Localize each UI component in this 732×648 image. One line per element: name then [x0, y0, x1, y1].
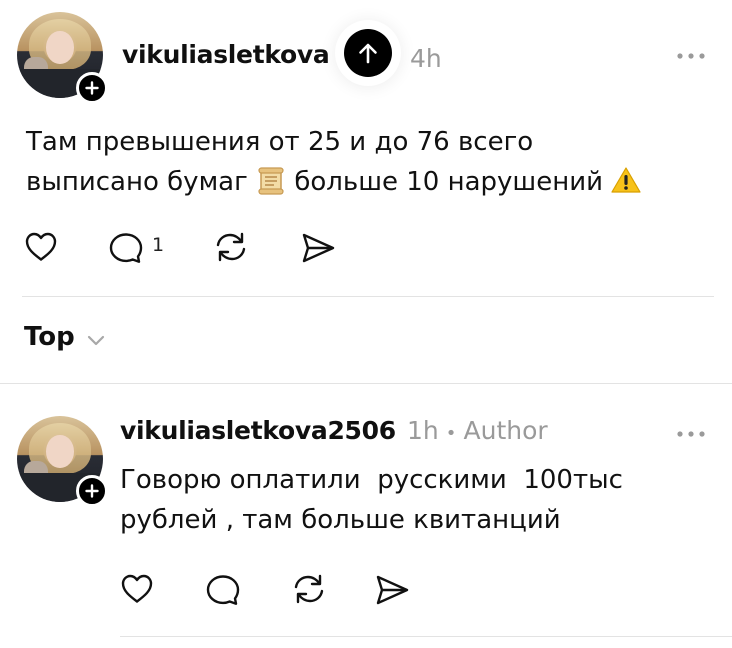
heart-icon[interactable] — [120, 573, 154, 605]
comment-icon[interactable] — [108, 232, 144, 264]
post: vikuliasletkova 4h Там превышения от 25 … — [0, 0, 732, 298]
divider — [120, 636, 732, 637]
chevron-down-icon — [87, 335, 105, 346]
sort-label: Top — [24, 322, 75, 352]
post-timestamp: 4h — [410, 44, 442, 73]
reply-timestamp: 1h — [406, 416, 439, 445]
reply: vikuliasletkova2506 1h • Author Говорю о… — [0, 384, 732, 646]
post-username[interactable]: vikuliasletkova — [122, 40, 330, 69]
more-icon[interactable] — [676, 430, 706, 438]
comment-icon[interactable] — [205, 574, 241, 606]
reply-header: vikuliasletkova2506 1h • Author — [120, 416, 548, 445]
reply-username[interactable]: vikuliasletkova2506 — [120, 416, 396, 445]
repost-icon[interactable] — [290, 572, 328, 606]
reply-count: 1 — [152, 234, 165, 256]
heart-icon[interactable] — [24, 231, 58, 263]
repost-icon[interactable] — [212, 230, 250, 264]
post-text-line: Там превышения от 25 и до 76 всего — [26, 127, 534, 157]
arrow-up-icon — [359, 43, 377, 64]
sort-toggle[interactable]: Top — [24, 322, 105, 362]
post-text-line: выписано бумаг больше 10 нарушений — [26, 162, 716, 202]
more-icon[interactable] — [676, 52, 706, 60]
warning-emoji — [611, 166, 641, 194]
reply-text: Говорю оплатили русскими 100тыс рублей ,… — [120, 460, 720, 540]
plus-icon — [85, 484, 99, 498]
author-tag: Author — [463, 416, 548, 445]
scroll-emoji — [256, 167, 286, 195]
reply-text-line: рублей , там больше квитанций — [120, 505, 561, 535]
share-icon[interactable] — [300, 232, 336, 264]
post-text: Там превышения от 25 и до 76 всего выпис… — [26, 122, 716, 202]
plus-icon — [85, 81, 99, 95]
divider — [22, 296, 714, 297]
follow-button[interactable] — [76, 475, 108, 507]
share-icon[interactable] — [374, 574, 410, 606]
reply-text-line: Говорю оплатили русскими 100тыс — [120, 465, 623, 495]
follow-button[interactable] — [76, 72, 108, 104]
scroll-to-top-button[interactable] — [344, 29, 392, 77]
separator-dot: • — [445, 423, 457, 444]
